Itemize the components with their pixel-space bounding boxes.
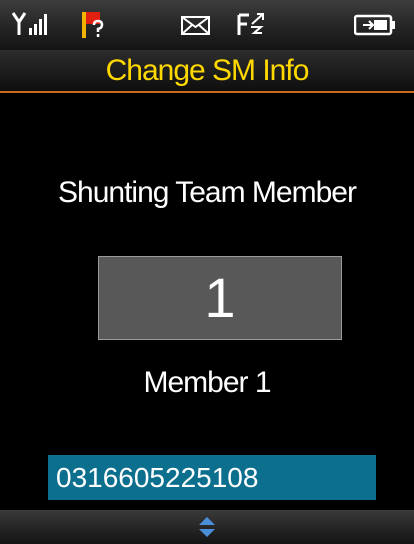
member-number-value: 1 xyxy=(204,266,236,329)
section-label: Shunting Team Member xyxy=(58,176,357,209)
member-name-label: Member 1 xyxy=(143,366,271,399)
title-bar: Change SM Info xyxy=(0,50,414,93)
flag-unknown-icon xyxy=(82,12,104,38)
mail-icon xyxy=(181,16,210,35)
member-number-selector[interactable]: 1 xyxy=(98,256,342,340)
signal-strength-icon xyxy=(12,12,47,35)
call-forward-icon xyxy=(237,13,264,35)
status-bar xyxy=(0,0,414,50)
phone-number-field[interactable]: 0316605225108 xyxy=(48,455,376,500)
up-down-arrows-icon[interactable] xyxy=(197,516,217,538)
battery-icon xyxy=(354,14,395,36)
softkey-bar xyxy=(0,510,414,544)
page-title: Change SM Info xyxy=(105,54,310,87)
